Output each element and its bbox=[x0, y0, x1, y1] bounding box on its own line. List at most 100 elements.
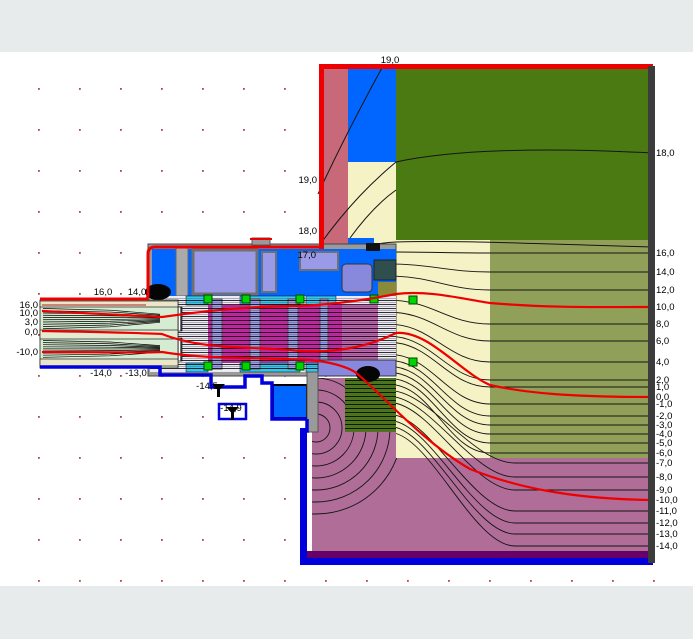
grid-dot bbox=[161, 416, 163, 418]
band-isotherm-label: 19,0 bbox=[299, 175, 318, 186]
frame-cavity-large bbox=[193, 250, 257, 294]
grid-dot bbox=[202, 539, 204, 541]
grid-dot bbox=[243, 498, 245, 500]
adiabatic-cut-border bbox=[648, 66, 655, 563]
grid-dot bbox=[79, 129, 81, 131]
grid-dot bbox=[38, 457, 40, 459]
grid-dot bbox=[120, 498, 122, 500]
grid-dot bbox=[202, 211, 204, 213]
green-marker bbox=[409, 296, 417, 304]
frame-divider-channel bbox=[176, 246, 188, 296]
grid-dot bbox=[653, 580, 655, 582]
grid-dot bbox=[79, 293, 81, 295]
right-scale-label: 18,0 bbox=[656, 148, 675, 159]
lintel-blue-region bbox=[348, 68, 396, 162]
grid-dot bbox=[79, 170, 81, 172]
grid-dot bbox=[38, 416, 40, 418]
grid-dot bbox=[79, 539, 81, 541]
right-scale-label: 8,0 bbox=[656, 319, 669, 330]
grid-dot bbox=[202, 498, 204, 500]
min-temperature-label: -14,5 bbox=[196, 381, 218, 392]
green-marker bbox=[296, 362, 304, 370]
top-isotherm-label: 19,0 bbox=[381, 55, 400, 66]
right-scale-label: -11,0 bbox=[656, 506, 677, 517]
sill-fixing-black bbox=[356, 366, 380, 382]
grid-dot bbox=[284, 498, 286, 500]
grid-dot bbox=[79, 457, 81, 459]
window-chrome-bottom bbox=[0, 586, 693, 639]
glass-pane-inner bbox=[40, 359, 178, 366]
frame-head-seal bbox=[374, 260, 396, 280]
drawing-canvas[interactable]: 18,016,014,012,010,08,06,04,02,01,00,0-1… bbox=[0, 0, 693, 639]
band-isotherm-label: 17,0 bbox=[298, 250, 317, 261]
grid-dot bbox=[202, 170, 204, 172]
grid-dot bbox=[366, 580, 368, 582]
grid-dot bbox=[284, 457, 286, 459]
green-marker bbox=[204, 362, 212, 370]
grid-dot bbox=[161, 539, 163, 541]
grid-dot bbox=[38, 375, 40, 377]
green-marker bbox=[409, 358, 417, 366]
grid-dot bbox=[243, 580, 245, 582]
grid-dot bbox=[120, 293, 122, 295]
left-scale-label: -10,0 bbox=[16, 347, 38, 358]
glazing-top-label: 16,0 bbox=[94, 287, 113, 298]
right-scale-label: -8,0 bbox=[656, 472, 672, 483]
grid-dot bbox=[489, 580, 491, 582]
grid-dot bbox=[38, 129, 40, 131]
right-scale-label: 6,0 bbox=[656, 336, 669, 347]
grid-dot bbox=[79, 211, 81, 213]
grid-dot bbox=[202, 88, 204, 90]
grid-dot bbox=[161, 211, 163, 213]
glazing-bottom-label: -13,0 bbox=[125, 368, 147, 379]
grid-dot bbox=[243, 88, 245, 90]
grid-dot bbox=[120, 375, 122, 377]
grid-dot bbox=[161, 170, 163, 172]
right-scale-label: -13,0 bbox=[656, 529, 678, 540]
right-scale-label: 4,0 bbox=[656, 357, 669, 368]
grid-dot bbox=[284, 170, 286, 172]
glazing-bottom-label: -14,0 bbox=[90, 368, 112, 379]
masonry-cream-region bbox=[396, 240, 490, 458]
grid-dot bbox=[284, 539, 286, 541]
grid-dot bbox=[284, 211, 286, 213]
application-window: 18,016,014,012,010,08,06,04,02,01,00,0-1… bbox=[0, 0, 693, 639]
grid-dot bbox=[284, 88, 286, 90]
grid-dot bbox=[571, 580, 573, 582]
grid-dot bbox=[243, 539, 245, 541]
grid-dot bbox=[284, 580, 286, 582]
right-scale-label: 10,0 bbox=[656, 302, 675, 313]
green-marker bbox=[204, 295, 212, 303]
grid-dot bbox=[202, 580, 204, 582]
grid-dot bbox=[38, 211, 40, 213]
frame-head-cavity bbox=[342, 264, 372, 292]
interior-boundary-left bbox=[319, 64, 324, 249]
grid-dot bbox=[161, 498, 163, 500]
grid-dot bbox=[38, 539, 40, 541]
grid-dot bbox=[243, 211, 245, 213]
green-marker bbox=[242, 362, 250, 370]
grid-dot bbox=[161, 580, 163, 582]
exterior-boundary-bottom bbox=[300, 558, 653, 565]
right-scale-label: -10,0 bbox=[656, 495, 678, 506]
grid-dot bbox=[79, 580, 81, 582]
grid-dot bbox=[120, 170, 122, 172]
right-scale-label: -12,0 bbox=[656, 518, 678, 529]
grid-dot bbox=[243, 129, 245, 131]
grid-dot bbox=[284, 129, 286, 131]
grid-dot bbox=[38, 580, 40, 582]
grid-dot bbox=[448, 580, 450, 582]
band-isotherm-label: 18,0 bbox=[299, 226, 318, 237]
grid-dot bbox=[38, 170, 40, 172]
grid-dot bbox=[38, 334, 40, 336]
green-marker bbox=[296, 295, 304, 303]
grid-dot bbox=[120, 539, 122, 541]
right-scale-label: 16,0 bbox=[656, 248, 675, 259]
grid-dot bbox=[120, 88, 122, 90]
grid-dot bbox=[407, 580, 409, 582]
right-scale-label: -1,0 bbox=[656, 399, 672, 410]
glazing-top-label: 14,0 bbox=[128, 287, 147, 298]
grid-dot bbox=[325, 580, 327, 582]
window-chrome-top bbox=[0, 0, 693, 52]
grid-dot bbox=[202, 129, 204, 131]
